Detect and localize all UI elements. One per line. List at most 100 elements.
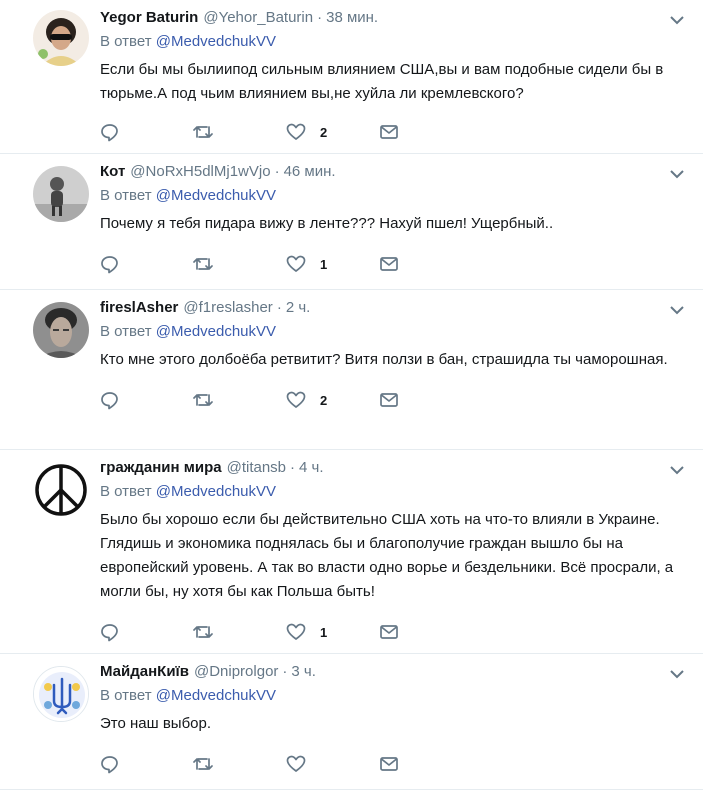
reply-prefix: В ответ [100,33,152,50]
timestamp[interactable]: 3 ч. [291,662,316,682]
reply-icon [101,756,118,774]
retweet-icon [193,758,213,770]
reply-button[interactable] [100,620,193,644]
reply-prefix: В ответ [100,187,152,204]
display-name[interactable]: МайданКиїв [100,662,189,682]
reply-context: В ответ @MedvedchukVV [100,686,687,706]
timestamp[interactable]: 2 ч. [286,298,311,318]
tweet-header: fireslAsher @f1reslasher · 2 ч. [100,298,687,318]
retweet-button[interactable] [193,120,286,144]
timestamp[interactable]: 38 мин. [326,8,378,28]
reply-thread: Yegor Baturin @Yehor_Baturin · 38 мин. В… [0,0,703,790]
tweet[interactable]: fireslAsher @f1reslasher · 2 ч. В ответ … [0,290,703,450]
separator-dot: · [274,163,280,180]
timestamp[interactable]: 46 мин. [284,162,336,182]
user-handle[interactable]: @titansb [227,458,286,478]
tweet-actions: 1 [100,618,687,646]
avatar[interactable] [33,462,89,518]
reply-context: В ответ @MedvedchukVV [100,482,687,502]
user-handle[interactable]: @Yehor_Baturin [203,8,313,28]
tweet-actions: 1 [100,250,687,278]
reply-button[interactable] [100,252,193,276]
tweet-text: Было бы хорошо если бы действительно США… [100,511,674,600]
retweet-button[interactable] [193,752,286,776]
envelope-icon [380,625,398,639]
like-button[interactable]: 2 [286,388,379,412]
like-count: 2 [320,124,328,140]
reply-button[interactable] [100,388,193,412]
like-button[interactable]: 1 [286,620,379,644]
reply-context: В ответ @MedvedchukVV [100,186,687,206]
retweet-button[interactable] [193,388,286,412]
tweet-header: МайданКиїв @Dniprolgor · 3 ч. [100,662,687,682]
avatar[interactable] [33,302,89,358]
like-button[interactable] [286,752,379,776]
direct-message-button[interactable] [379,388,472,412]
direct-message-button[interactable] [379,252,472,276]
timestamp[interactable]: 4 ч. [299,458,324,478]
reply-context: В ответ @MedvedchukVV [100,32,687,52]
like-count: 2 [320,392,328,408]
direct-message-button[interactable] [379,620,472,644]
tweet[interactable]: Yegor Baturin @Yehor_Baturin · 38 мин. В… [0,0,703,154]
separator-dot: · [317,9,323,26]
avatar[interactable] [33,666,89,722]
tweet-header: Yegor Baturin @Yehor_Baturin · 38 мин. [100,8,687,28]
user-handle[interactable]: @NoRxH5dlMj1wVjo [130,162,270,182]
envelope-icon [380,257,398,271]
tweet-header: Кот @NoRxH5dlMj1wVjo · 46 мин. [100,162,687,182]
reply-context: В ответ @MedvedchukVV [100,322,687,342]
retweet-icon [193,126,213,138]
display-name[interactable]: Yegor Baturin [100,8,198,28]
retweet-icon [193,626,213,638]
separator-dot: · [282,663,288,680]
display-name[interactable]: Кот [100,162,125,182]
envelope-icon [380,757,398,771]
heart-icon [286,391,306,408]
like-button[interactable]: 2 [286,120,379,144]
tweet-text: Почему я тебя пидара вижу в ленте??? Нах… [100,215,554,232]
reply-button[interactable] [100,752,193,776]
chevron-down-icon[interactable] [669,302,685,318]
chevron-down-icon[interactable] [669,666,685,682]
reply-icon [101,124,118,142]
tweet[interactable]: МайданКиїв @Dniprolgor · 3 ч. В ответ @M… [0,654,703,790]
tweet-text: Кто мне этого долбоёба ретвитит? Витя по… [100,351,668,368]
tweet-text: Если бы мы былиипод сильным влиянием США… [100,61,664,102]
reply-icon [101,624,118,642]
display-name[interactable]: гражданин мира [100,458,222,478]
like-count: 1 [320,624,328,640]
retweet-button[interactable] [193,620,286,644]
avatar[interactable] [33,10,89,66]
reply-to-link[interactable]: @MedvedchukVV [156,687,276,704]
like-button[interactable]: 1 [286,252,379,276]
direct-message-button[interactable] [379,752,472,776]
tweet-actions: 2 [100,386,687,414]
chevron-down-icon[interactable] [669,166,685,182]
avatar[interactable] [33,166,89,222]
user-handle[interactable]: @Dniprolgor [194,662,278,682]
heart-icon [286,755,306,772]
chevron-down-icon[interactable] [669,12,685,28]
retweet-button[interactable] [193,252,286,276]
display-name[interactable]: fireslAsher [100,298,178,318]
reply-icon [101,256,118,274]
reply-to-link[interactable]: @MedvedchukVV [156,483,276,500]
chevron-down-icon[interactable] [669,462,685,478]
separator-dot: · [290,459,296,476]
tweet[interactable]: гражданин мира @titansb · 4 ч. В ответ @… [0,450,703,654]
retweet-icon [193,394,213,406]
heart-icon [286,123,306,140]
tweet-actions: 2 [100,118,687,146]
reply-to-link[interactable]: @MedvedchukVV [156,33,276,50]
reply-to-link[interactable]: @MedvedchukVV [156,323,276,340]
tweet[interactable]: Кот @NoRxH5dlMj1wVjo · 46 мин. В ответ @… [0,154,703,290]
separator-dot: · [276,299,282,316]
user-handle[interactable]: @f1reslasher [183,298,272,318]
direct-message-button[interactable] [379,120,472,144]
reply-prefix: В ответ [100,323,152,340]
reply-button[interactable] [100,120,193,144]
reply-icon [101,392,118,410]
heart-icon [286,255,306,272]
reply-to-link[interactable]: @MedvedchukVV [156,187,276,204]
